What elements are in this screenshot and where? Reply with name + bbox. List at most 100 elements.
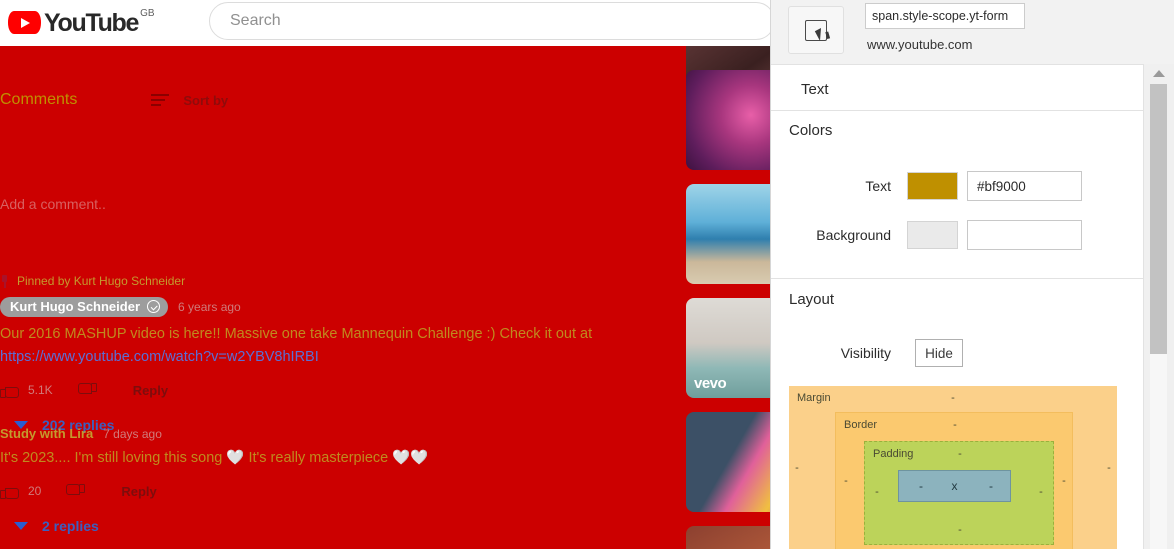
padding-label: Padding [873,448,914,460]
border-left-value[interactable]: - [844,475,848,487]
site-origin-label: www.youtube.com [867,37,973,52]
add-comment-input[interactable]: Add a comment.. [0,196,106,212]
pinned-notice: Pinned by Kurt Hugo Schneider [0,274,675,288]
comment-timestamp: 7 days ago [103,426,162,441]
like-icon[interactable] [0,381,20,400]
text-color-input[interactable]: #bf9000 [967,171,1082,201]
youtube-page: YouTube GB Search Comments Sort by Add a… [0,0,775,549]
padding-bottom-value[interactable]: - [958,524,962,536]
padding-box: Padding - - - - - x - [864,441,1054,545]
border-box: Border - - - - Padding - - - - - x [835,412,1073,549]
heart-icon: 🤍 [410,450,429,466]
devtools-panel: span.style-scope.yt-form www.youtube.com… [770,0,1174,549]
element-picker-button[interactable] [788,6,844,54]
comments-header: Comments Sort by [0,91,228,109]
border-label: Border [844,419,878,431]
replies-count-label: 2 replies [42,518,99,534]
text-section-heading: Text [801,81,829,98]
scroll-up-arrow-icon[interactable] [1153,70,1165,77]
text-color-row: Text #bf9000 [771,171,1082,201]
sort-icon [151,93,171,107]
comment-body: It's 2023.... I'm still loving this song… [0,447,610,470]
like-count: 20 [28,484,42,498]
comment-link[interactable]: https://www.youtube.com/watch?v=w2YBV8hI… [0,349,319,365]
border-right-value[interactable]: - [1062,475,1066,487]
selector-value: span.style-scope.yt-form [872,9,1009,23]
screen: YouTube GB Search Comments Sort by Add a… [0,0,1174,549]
search-placeholder: Search [230,12,281,29]
sort-by-button[interactable]: Sort by [151,93,228,108]
related-videos-sidebar: vevo [686,46,775,549]
comment-body: Our 2016 MASHUP video is here!! Massive … [0,323,610,369]
content-box[interactable]: - x - [898,470,1011,502]
comment-text: It's 2023.... I'm still loving this song [0,450,227,466]
video-thumbnail[interactable] [686,70,775,170]
background-color-label: Background [816,227,891,243]
dislike-icon[interactable] [65,482,86,501]
reply-button[interactable]: Reply [121,484,156,499]
devtools-content: Text Colors Text #bf9000 Background Layo… [771,64,1143,549]
border-top-value[interactable]: - [953,419,957,431]
youtube-wordmark: YouTube [44,9,139,37]
comment-meta: Kurt Hugo Schneider 6 years ago [0,297,675,317]
background-color-swatch[interactable] [907,221,958,249]
comments-heading: Comments [0,91,78,108]
box-model-diagram: Margin - - - - Border - - - - Padding - … [789,386,1117,549]
youtube-header: YouTube GB Search [0,0,775,46]
text-color-swatch[interactable] [907,172,958,200]
reply-button[interactable]: Reply [133,383,168,398]
youtube-logo[interactable]: YouTube GB [8,8,155,38]
layout-section-heading: Layout [789,291,835,308]
margin-top-value[interactable]: - [951,392,955,404]
video-thumbnail[interactable] [686,412,775,512]
background-color-row: Background [771,220,1082,250]
video-thumbnail[interactable]: vevo [686,298,775,398]
comments-section: Comments Sort by Add a comment.. Pinned … [0,46,675,549]
colors-section-heading: Colors [789,122,833,139]
dislike-icon[interactable] [77,381,97,400]
visibility-label: Visibility [840,345,891,361]
heart-icon: 🤍 [392,450,411,466]
replies-toggle[interactable]: 2 replies [0,518,675,534]
comment-timestamp: 6 years ago [178,300,241,314]
margin-label: Margin [797,392,831,404]
visibility-row: Visibility Hide [771,339,963,367]
comment-author[interactable]: Study with Lira [0,426,93,441]
author-name: Kurt Hugo Schneider [10,299,141,314]
heart-icon: 🤍 [226,450,245,466]
video-thumbnail[interactable] [686,526,775,549]
comment-item: Study with Lira 7 days ago It's 2023....… [0,426,675,534]
like-count: 5.1K [28,383,53,397]
vevo-badge: vevo [694,375,727,392]
section-divider [771,278,1143,279]
background-color-input[interactable] [967,220,1082,250]
section-divider [771,110,1143,111]
like-icon[interactable] [0,482,20,501]
padding-top-value[interactable]: - [958,448,962,460]
youtube-play-icon [8,11,41,34]
content-right-value: - [989,479,993,493]
search-input[interactable]: Search [209,2,775,40]
sort-by-label: Sort by [183,92,229,108]
content-left-value: - [919,479,923,493]
video-thumbnail[interactable] [686,184,775,284]
scrollbar-thumb[interactable] [1150,84,1167,354]
youtube-country-code: GB [140,8,155,19]
hide-button[interactable]: Hide [915,339,963,367]
comment-author[interactable]: Kurt Hugo Schneider [0,297,169,317]
margin-right-value[interactable]: - [1107,462,1111,474]
selector-input[interactable]: span.style-scope.yt-form [865,3,1025,29]
devtools-scrollbar[interactable] [1143,64,1174,549]
comment-text: Our 2016 MASHUP video is here!! Massive … [0,326,593,342]
comment-text-2: It's really masterpiece [244,450,393,466]
margin-left-value[interactable]: - [795,462,799,474]
padding-right-value[interactable]: - [1039,486,1043,498]
comment-actions: 20 Reply [0,478,675,504]
text-color-label: Text [865,178,891,194]
padding-left-value[interactable]: - [875,486,879,498]
comment-meta: Study with Lira 7 days ago [0,426,675,441]
pinned-text: Pinned by Kurt Hugo Schneider [17,274,186,288]
chevron-down-icon [14,522,28,530]
comment-item: Pinned by Kurt Hugo Schneider Kurt Hugo … [0,274,675,433]
verified-badge-icon [147,300,161,313]
